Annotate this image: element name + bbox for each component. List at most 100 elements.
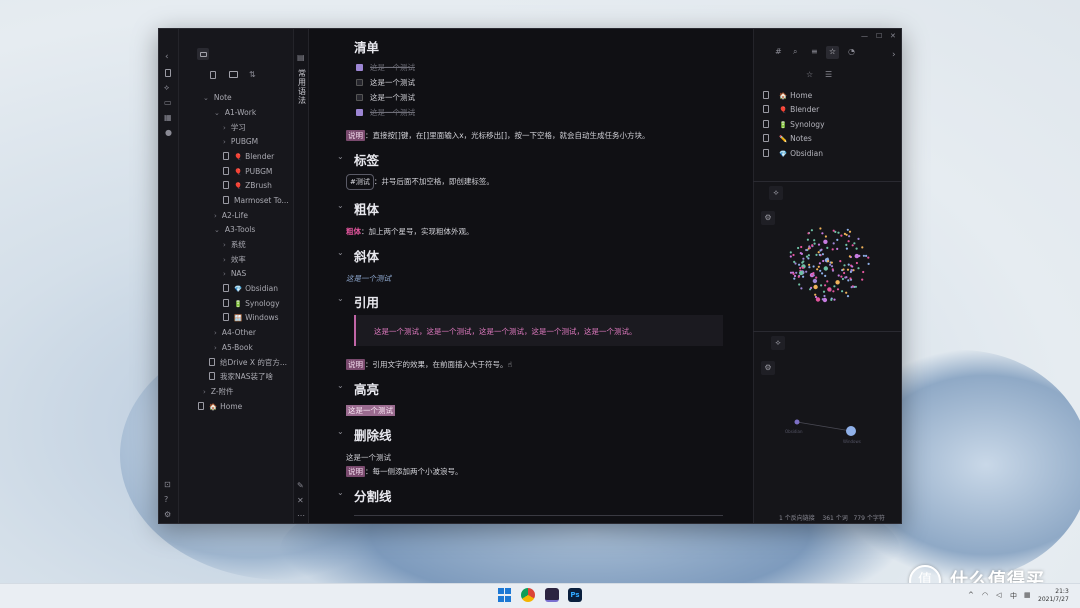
graph-node[interactable] [826,260,830,263]
edit-pencil-icon[interactable]: ✎ [297,482,304,490]
graph-node[interactable] [831,248,834,251]
graph-node[interactable] [819,227,822,230]
tree-folder[interactable]: ⌄ Note [203,93,232,103]
graph-node[interactable] [833,298,836,301]
graph-node[interactable] [836,288,840,291]
photoshop-icon[interactable]: Ps [568,588,582,602]
tree-file[interactable]: 💎 Obsidian [223,284,278,294]
fold-chevron-icon[interactable]: ⌄ [337,201,344,210]
minimize-button[interactable]: — [861,33,868,40]
graph-node[interactable] [816,268,819,271]
graph-node[interactable] [793,274,797,278]
graph-node[interactable] [798,283,801,286]
fold-chevron-icon[interactable]: ⌄ [337,427,344,436]
graph-node[interactable] [847,263,850,266]
search-icon[interactable]: ⌕ [793,48,797,56]
chrome-icon[interactable] [521,588,535,602]
star-icon[interactable]: ☆ [806,71,813,79]
fold-chevron-icon[interactable]: ⌄ [337,294,344,303]
graph-node[interactable] [811,273,814,276]
checkbox-checked[interactable] [356,64,363,71]
graph-node[interactable] [797,246,800,250]
vertical-tab-label[interactable]: 常用语法 [297,69,307,105]
graph-node[interactable] [837,231,840,234]
graph-node[interactable] [846,228,849,231]
bookmark-notes[interactable]: ✏️ Notes [763,134,812,143]
graph-node-obsidian[interactable] [794,419,800,425]
chevron-right-icon[interactable]: › [214,344,217,352]
chevron-right-icon[interactable]: › [214,329,217,337]
fold-chevron-icon[interactable]: ⌄ [337,488,344,497]
graph-view-icon[interactable]: ⟡ [164,84,169,92]
audio-recorder-icon[interactable]: ● [165,129,172,137]
tree-folder[interactable]: › A4-Other [214,328,256,338]
graph-node[interactable] [814,293,817,296]
graph-node[interactable] [831,268,834,271]
bookmark-synology[interactable]: 🔋 Synology [763,120,825,129]
graph-node[interactable] [850,286,853,289]
checkbox-unchecked[interactable] [356,94,363,101]
graph-node[interactable] [808,263,811,266]
todo-item-2[interactable]: 这是一个测试 [356,77,415,88]
graph-node[interactable] [789,255,792,258]
fold-chevron-icon[interactable]: ⌄ [337,152,344,161]
graph-node[interactable] [840,275,843,278]
maximize-button[interactable]: ☐ [876,33,882,40]
graph-node[interactable] [853,242,856,245]
local-graph-settings-gear-icon[interactable]: ⚙ [761,361,775,375]
graph-node[interactable] [842,268,845,271]
graph-node[interactable] [830,298,833,301]
graph-node[interactable] [840,234,843,237]
todo-item-1[interactable]: 这是一个测试 [356,62,415,73]
checkbox-unchecked[interactable] [356,79,363,86]
graph-node[interactable] [805,248,808,252]
graph-node[interactable] [821,272,824,275]
graph-node[interactable] [826,257,829,260]
tree-file[interactable]: 🏠 Home [198,402,242,412]
graph-node[interactable] [836,238,839,241]
graph-node[interactable] [855,261,858,265]
graph-node[interactable] [845,243,848,246]
tree-folder[interactable]: › 系统 [223,240,246,250]
graph-node[interactable] [797,275,800,278]
graph-node[interactable] [793,260,796,263]
chevron-right-icon[interactable]: › [203,388,206,396]
graph-node[interactable] [795,271,798,274]
graph-node[interactable] [792,253,795,257]
graph-node[interactable] [821,253,824,256]
graph-node[interactable] [867,262,870,265]
graph-node[interactable] [799,270,804,276]
taskbar-clock[interactable]: 21:3 2021/7/27 [1038,588,1069,604]
vault-switch-icon[interactable]: ⊡ [164,481,171,489]
graph-node[interactable] [833,285,836,288]
graph-node[interactable] [835,280,840,285]
tree-file[interactable]: 🎈 Blender [223,152,274,162]
graph-node[interactable] [851,265,854,268]
graph-node[interactable] [844,276,847,279]
chevron-down-icon[interactable]: ⌄ [214,226,220,234]
graph-node[interactable] [798,263,801,266]
graph-node[interactable] [806,238,809,241]
graph-node[interactable] [845,291,848,294]
tree-file[interactable]: 🎈 ZBrush [223,181,272,191]
graph-node[interactable] [801,266,804,269]
tree-folder[interactable]: › Z-附件 [203,387,234,397]
graph-node[interactable] [810,229,813,232]
graph-settings-gear-icon[interactable]: ⚙ [761,211,775,225]
settings-gear-icon[interactable]: ⚙ [164,511,171,519]
graph-node[interactable] [839,260,842,263]
obsidian-taskbar-icon[interactable] [545,588,559,602]
graph-node[interactable] [821,298,824,301]
graph-node[interactable] [823,294,826,298]
graph-node[interactable] [817,243,821,246]
graph-node[interactable] [848,230,852,233]
sort-icon[interactable]: ⇅ [249,71,256,79]
graph-node[interactable] [805,255,809,258]
graph-node[interactable] [820,284,823,287]
tree-folder[interactable]: › 效率 [223,255,246,265]
tree-file[interactable]: 🔋 Synology [223,299,280,309]
graph-node[interactable] [819,269,822,272]
graph-node[interactable] [807,254,810,257]
close-pane-icon[interactable]: ✕ [297,497,304,505]
graph-node[interactable] [807,232,810,235]
